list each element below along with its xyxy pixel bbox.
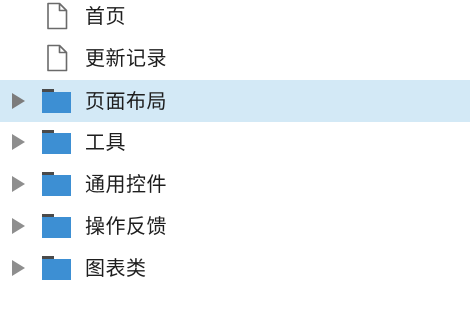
tree-item-charts[interactable]: 图表类	[0, 248, 470, 288]
file-icon	[47, 2, 68, 30]
file-icon	[47, 44, 68, 72]
tree-item-page-layout[interactable]: 页面布局	[0, 80, 470, 122]
tree-item-common-controls[interactable]: 通用控件	[0, 164, 470, 204]
folder-icon	[42, 172, 71, 196]
file-tree: 首页 更新记录 页面布局 工具 通用控件 操作反馈 图表类	[0, 0, 470, 312]
folder-icon	[42, 214, 71, 238]
tree-item-home[interactable]: 首页	[0, 0, 470, 36]
expand-arrow-icon[interactable]	[12, 260, 25, 276]
tree-item-changelog[interactable]: 更新记录	[0, 38, 470, 78]
expand-arrow-icon[interactable]	[12, 218, 25, 234]
tree-item-label: 图表类	[85, 256, 147, 280]
expand-arrow-icon[interactable]	[12, 93, 25, 109]
tree-item-label: 工具	[85, 130, 126, 154]
tree-item-label: 页面布局	[85, 89, 167, 113]
folder-icon	[42, 89, 71, 113]
folder-icon	[42, 130, 71, 154]
tree-item-label: 操作反馈	[85, 214, 167, 238]
tree-item-tools[interactable]: 工具	[0, 122, 470, 162]
expand-arrow-icon[interactable]	[12, 134, 25, 150]
folder-icon	[42, 256, 71, 280]
tree-item-label: 通用控件	[85, 172, 167, 196]
expand-arrow-icon[interactable]	[12, 176, 25, 192]
tree-item-label: 首页	[85, 4, 126, 28]
tree-item-feedback[interactable]: 操作反馈	[0, 206, 470, 246]
tree-item-label: 更新记录	[85, 46, 167, 70]
